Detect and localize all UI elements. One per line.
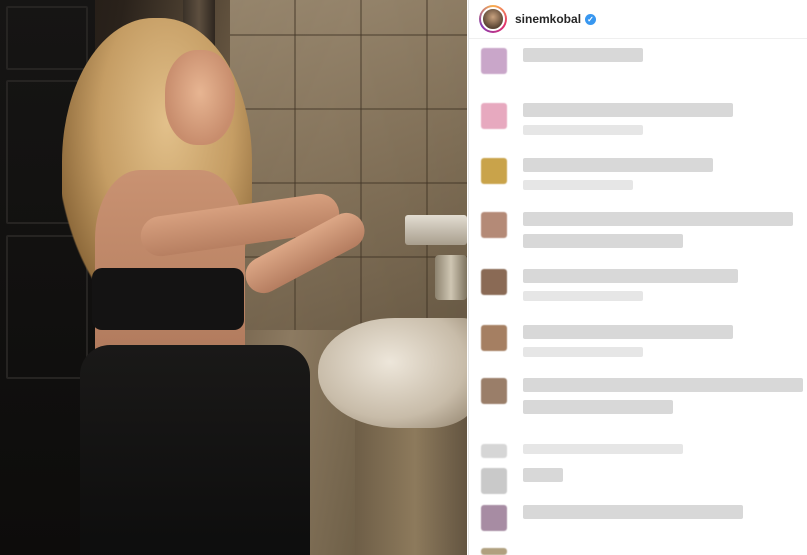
comment-avatar[interactable] — [481, 269, 507, 295]
comment-row — [481, 158, 713, 198]
comment-avatar[interactable] — [481, 48, 507, 74]
comment-row — [481, 505, 743, 531]
username[interactable]: sinemkobal — [515, 12, 581, 26]
comment-avatar[interactable] — [481, 212, 507, 238]
post-photo[interactable] — [0, 0, 467, 555]
comment-avatar[interactable] — [481, 468, 507, 494]
profile-avatar[interactable] — [479, 5, 507, 33]
comment-avatar[interactable] — [481, 505, 507, 531]
comment-avatar[interactable] — [481, 444, 507, 458]
sink — [318, 318, 467, 428]
comment-row — [481, 378, 803, 422]
comment-avatar[interactable] — [481, 103, 507, 129]
instagram-post-screenshot: sinemkobal ✓ — [0, 0, 807, 555]
soap-holder — [405, 215, 467, 245]
comments-panel: sinemkobal ✓ — [468, 0, 807, 555]
person-face — [165, 50, 235, 145]
comment-avatar[interactable] — [481, 158, 507, 184]
comment-row — [481, 548, 507, 555]
comment-row — [481, 212, 793, 256]
comment-row — [481, 468, 563, 494]
comment-avatar[interactable] — [481, 325, 507, 351]
comment-row — [481, 444, 683, 462]
sink-pedestal — [355, 410, 467, 555]
comment-row — [481, 103, 733, 143]
faucet — [435, 255, 467, 300]
comment-row — [481, 269, 738, 309]
comment-avatar[interactable] — [481, 548, 507, 555]
verified-badge-icon: ✓ — [585, 13, 597, 25]
comment-row — [481, 48, 643, 74]
comment-row — [481, 325, 733, 365]
person-crop-top — [92, 268, 244, 330]
post-header: sinemkobal ✓ — [469, 0, 807, 39]
person-pants — [80, 345, 310, 555]
comment-avatar[interactable] — [481, 378, 507, 404]
